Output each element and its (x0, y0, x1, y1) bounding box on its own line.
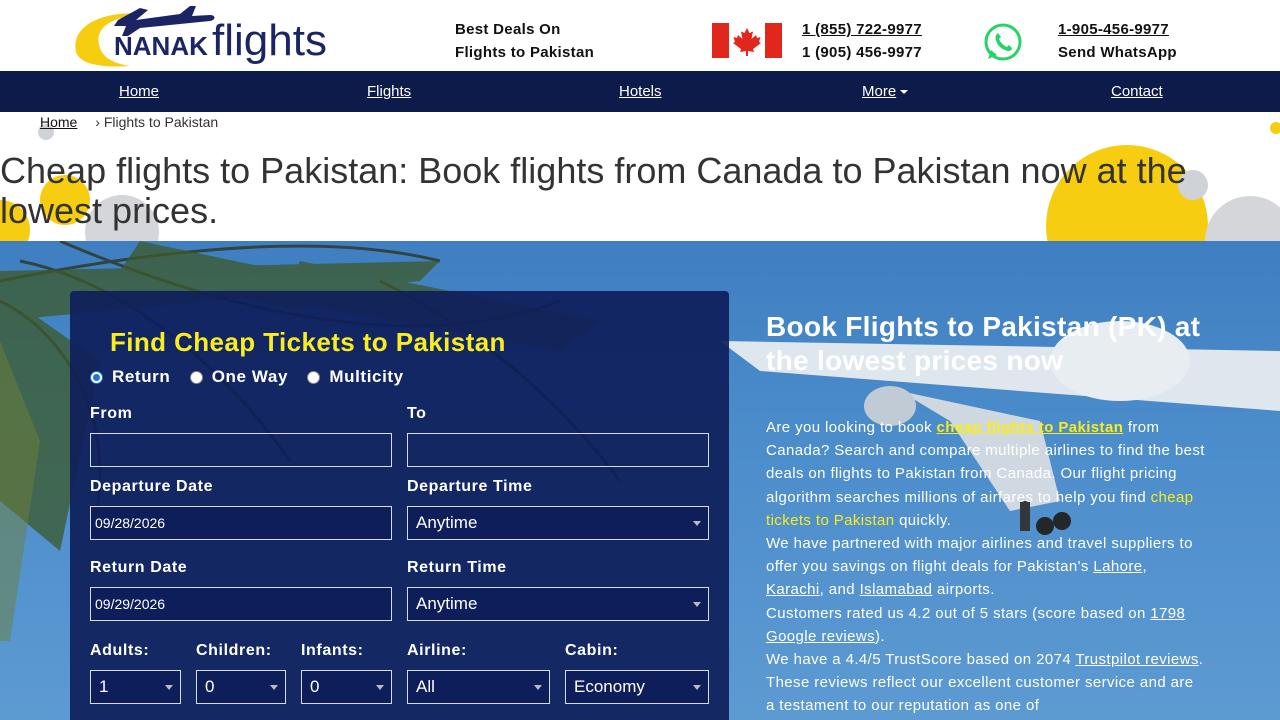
select-arrow-icon (376, 685, 384, 690)
children-label: Children: (196, 642, 272, 659)
select-arrow-icon (534, 685, 542, 690)
return-date-label: Return Date (90, 559, 188, 576)
trip-type-return[interactable]: Return (90, 367, 170, 387)
airline-label: Airline: (407, 642, 467, 659)
main-nav: Home Flights Hotels More Contact (0, 71, 1280, 112)
departure-time-select[interactable]: Anytime (407, 506, 709, 540)
to-label: To (407, 405, 427, 422)
page-title: Cheap flights to Pakistan: Book flights … (0, 150, 1187, 231)
phone-tollfree-link[interactable]: 1 (855) 722-9977 (802, 21, 922, 38)
info-paragraph: We have partnered with major airlines an… (766, 535, 1193, 599)
select-arrow-icon (693, 521, 701, 526)
nav-more[interactable]: More (862, 83, 909, 100)
return-time-select[interactable]: Anytime (407, 587, 709, 621)
phone-local: 1 (905) 456-9977 (802, 44, 922, 61)
lahore-link[interactable]: Lahore (1093, 558, 1142, 575)
info-paragraph: Customers rated us 4.2 out of 5 stars (s… (766, 604, 1186, 645)
cabin-label: Cabin: (565, 642, 619, 659)
caret-down-icon (900, 90, 909, 95)
decor-dot (1270, 122, 1280, 134)
adults-select[interactable]: 1 (90, 670, 181, 704)
whatsapp-contact: 1-905-456-9977 Send WhatsApp (1058, 18, 1177, 64)
whatsapp-label: Send WhatsApp (1058, 44, 1177, 61)
from-label: From (90, 405, 133, 422)
site-header: NANAK flights Best Deals On Flights to P… (0, 0, 1280, 71)
departure-date-input[interactable] (90, 506, 392, 540)
nav-hotels[interactable]: Hotels (619, 83, 662, 100)
info-paragraph: We have a 4.4/5 TrustScore based on 2074… (766, 651, 1204, 715)
whatsapp-number-link[interactable]: 1-905-456-9977 (1058, 21, 1169, 38)
return-date-input[interactable] (90, 587, 392, 621)
airline-select[interactable]: All (407, 670, 550, 704)
from-input[interactable] (90, 433, 392, 467)
trip-type-oneway[interactable]: One Way (189, 367, 288, 387)
svg-text:NANAK: NANAK (114, 31, 208, 61)
children-select[interactable]: 0 (196, 670, 286, 704)
flight-search-panel: Find Cheap Tickets to Pakistan Return On… (70, 291, 729, 720)
cheap-flights-link[interactable]: cheap flights to Pakistan (937, 419, 1124, 436)
infants-select[interactable]: 0 (301, 670, 392, 704)
nav-home[interactable]: Home (119, 83, 159, 100)
departure-time-label: Departure Time (407, 478, 533, 495)
trip-type-multicity[interactable]: Multicity (307, 367, 403, 387)
svg-text:flights: flights (212, 16, 327, 65)
breadcrumb-home[interactable]: Home (40, 114, 77, 130)
select-arrow-icon (270, 685, 278, 690)
select-arrow-icon (693, 685, 701, 690)
whatsapp-icon[interactable] (983, 22, 1023, 62)
canada-flag-icon (712, 23, 782, 58)
trip-type-group: Return One Way Multicity (90, 367, 418, 389)
tagline: Best Deals On Flights to Pakistan (455, 21, 595, 61)
to-input[interactable] (407, 433, 709, 467)
nav-contact[interactable]: Contact (1111, 83, 1163, 100)
info-title: Book Flights to Pakistan (PK) at the low… (766, 311, 1201, 376)
select-arrow-icon (165, 685, 173, 690)
phone-numbers: 1 (855) 722-9977 1 (905) 456-9977 (802, 18, 922, 64)
departure-date-label: Departure Date (90, 478, 214, 495)
return-time-label: Return Time (407, 559, 507, 576)
nanak-flights-logo[interactable]: NANAK flights (70, 2, 340, 68)
breadcrumb-current: Flights to Pakistan (103, 114, 219, 130)
cabin-select[interactable]: Economy (565, 670, 709, 704)
search-title: Find Cheap Tickets to Pakistan (110, 327, 506, 357)
breadcrumb-separator: › (95, 114, 100, 130)
breadcrumb: Home › Flights to Pakistan (40, 114, 218, 130)
select-arrow-icon (693, 602, 701, 607)
infants-label: Infants: (301, 642, 364, 659)
adults-label: Adults: (90, 642, 150, 659)
info-text: Are you looking to book cheap flights to… (766, 416, 1206, 718)
trustpilot-reviews-link[interactable]: Trustpilot reviews (1075, 651, 1198, 668)
info-paragraph: Are you looking to book cheap flights to… (766, 419, 1205, 529)
karachi-link[interactable]: Karachi (766, 581, 820, 598)
nav-flights[interactable]: Flights (367, 83, 411, 100)
radio-icon[interactable] (189, 370, 203, 384)
radio-icon[interactable] (90, 370, 103, 384)
radio-icon[interactable] (307, 370, 321, 384)
islamabad-link[interactable]: Islamabad (860, 581, 933, 598)
